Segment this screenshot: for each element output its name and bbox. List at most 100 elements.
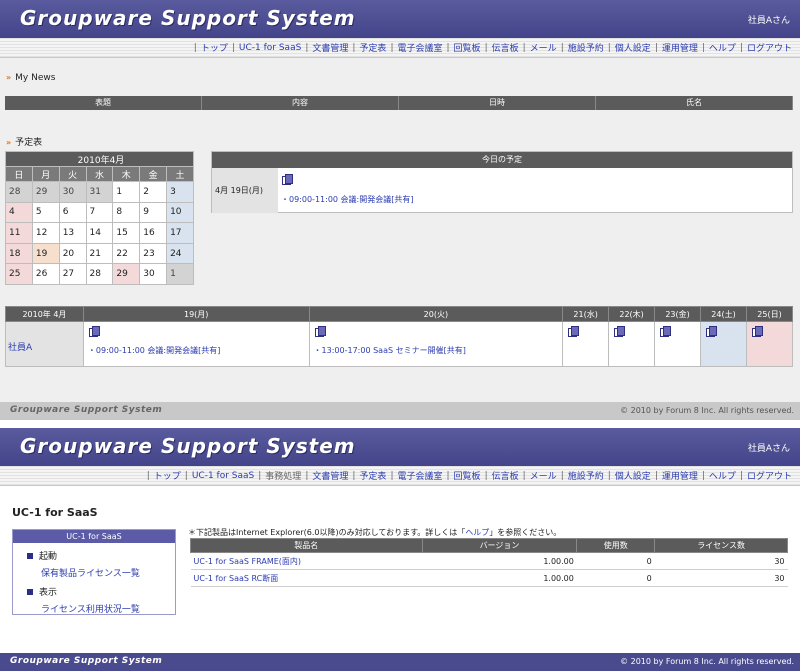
week-cell-sun: [745, 321, 794, 367]
nav-message-board[interactable]: 伝言板: [488, 469, 523, 482]
nav-documents[interactable]: 文書管理: [308, 469, 352, 482]
calendar-day[interactable]: 27: [58, 263, 87, 285]
member-name-link[interactable]: 社員A: [5, 321, 84, 367]
calendar-day[interactable]: 13: [58, 222, 87, 244]
week-month-label: 2010年 4月: [5, 306, 84, 322]
nav-logout[interactable]: ログアウト: [743, 469, 796, 482]
calendar-day[interactable]: 1: [166, 263, 194, 285]
nav-logout[interactable]: ログアウト: [743, 41, 796, 54]
nav-uc1[interactable]: UC-1 for SaaS: [188, 471, 258, 481]
week-day-header: 20(火): [308, 306, 564, 322]
calendar-day[interactable]: 3: [166, 181, 194, 203]
add-schedule-icon[interactable]: [281, 174, 293, 185]
calendar-day[interactable]: 12: [31, 222, 60, 244]
calendar-day[interactable]: 29: [112, 263, 141, 285]
double-chevron-icon: »: [6, 138, 12, 147]
table-row: UC-1 for SaaS FRAME(面内) 1.00.00 0 30: [190, 552, 788, 570]
nav-facility[interactable]: 施設予約: [564, 41, 608, 54]
add-schedule-icon[interactable]: [88, 326, 100, 337]
calendar-day[interactable]: 17: [166, 222, 194, 244]
calendar-day[interactable]: 15: [112, 222, 141, 244]
nav-documents[interactable]: 文書管理: [308, 41, 352, 54]
today-event-link[interactable]: ・09:00-11:00 会議:開発会議[共有]: [281, 194, 792, 205]
add-schedule-icon[interactable]: [314, 326, 326, 337]
calendar-day[interactable]: 28: [85, 263, 114, 285]
browser-notice: ＊下記製品はInternet Explorer(6.0以降)のみ対応しております…: [188, 528, 562, 537]
license-cell: 30: [654, 552, 788, 570]
calendar-day[interactable]: 6: [58, 201, 87, 224]
nav-uc1[interactable]: UC-1 for SaaS: [235, 43, 305, 53]
app-logo[interactable]: Groupware Support System: [20, 6, 356, 30]
calendar-day[interactable]: 9: [139, 201, 168, 224]
calendar-day[interactable]: 11: [5, 222, 33, 244]
add-schedule-icon[interactable]: [705, 326, 718, 337]
nav-conference[interactable]: 電子会議室: [393, 41, 446, 54]
nav-mail[interactable]: メール: [526, 469, 561, 482]
nav-conference[interactable]: 電子会議室: [393, 469, 446, 482]
sidebar-link-owned-licenses[interactable]: 保有製品ライセンス一覧: [41, 566, 175, 579]
calendar-day[interactable]: 23: [139, 242, 168, 265]
table-row: UC-1 for SaaS RC断面 1.00.00 0 30: [190, 569, 788, 587]
bullet-square-icon: [27, 553, 33, 559]
calendar-day[interactable]: 26: [31, 263, 60, 285]
calendar-day[interactable]: 20: [58, 242, 87, 265]
calendar-day[interactable]: 24: [166, 242, 194, 265]
calendar-day[interactable]: 18: [5, 242, 33, 265]
calendar-day[interactable]: 7: [85, 201, 114, 224]
calendar-day[interactable]: 31: [85, 181, 114, 203]
calendar-day[interactable]: 5: [31, 201, 60, 224]
nav-facility[interactable]: 施設予約: [564, 469, 608, 482]
add-schedule-icon[interactable]: [567, 326, 580, 337]
calendar-day[interactable]: 29: [31, 181, 60, 203]
nav-admin[interactable]: 運用管理: [658, 469, 702, 482]
nav-admin[interactable]: 運用管理: [658, 41, 702, 54]
uc1-screen: Groupware Support System 社員Aさん | トップ | UC-…: [0, 428, 800, 671]
footer: Groupware Support System © 2010 by Forum…: [0, 402, 800, 420]
calendar-day[interactable]: 4: [5, 201, 33, 224]
calendar-day[interactable]: 22: [112, 242, 141, 265]
col-usage: 使用数: [576, 538, 656, 553]
event-link[interactable]: ・09:00-11:00 会議:開発会議[共有]: [88, 345, 309, 356]
calendar-day[interactable]: 30: [139, 263, 168, 285]
calendar-day[interactable]: 1: [112, 181, 141, 203]
week-day-header: 24(土): [700, 306, 747, 322]
nav-message-board[interactable]: 伝言板: [488, 41, 523, 54]
footer-logo: Groupware Support System: [10, 405, 163, 415]
dow-tue: 火: [58, 166, 87, 182]
calendar-day[interactable]: 2: [139, 181, 168, 203]
dow-sat: 土: [166, 166, 194, 182]
product-link[interactable]: UC-1 for SaaS RC断面: [190, 569, 423, 587]
nav-schedule[interactable]: 予定表: [355, 469, 390, 482]
nav-mail[interactable]: メール: [526, 41, 561, 54]
nav-circular[interactable]: 回覧板: [450, 469, 485, 482]
calendar-day[interactable]: 30: [58, 181, 87, 203]
nav-top[interactable]: トップ: [197, 41, 232, 54]
sidebar-link-license-usage[interactable]: ライセンス利用状況一覧: [41, 602, 175, 615]
nav-office-work[interactable]: 事務処理: [261, 469, 305, 482]
nav-circular[interactable]: 回覧板: [450, 41, 485, 54]
product-link[interactable]: UC-1 for SaaS FRAME(面内): [190, 552, 423, 570]
calendar-day-today[interactable]: 19: [31, 242, 60, 265]
calendar-day[interactable]: 25: [5, 263, 33, 285]
nav-top[interactable]: トップ: [150, 469, 185, 482]
calendar-day[interactable]: 21: [85, 242, 114, 265]
add-schedule-icon[interactable]: [659, 326, 672, 337]
add-schedule-icon[interactable]: [751, 326, 763, 337]
nav-help[interactable]: ヘルプ: [705, 469, 740, 482]
calendar-day[interactable]: 10: [166, 201, 194, 224]
nav-help[interactable]: ヘルプ: [705, 41, 740, 54]
nav-personal-settings[interactable]: 個人設定: [611, 469, 655, 482]
calendar-day[interactable]: 28: [5, 181, 33, 203]
event-link[interactable]: ・13:00-17:00 SaaS セミナー開催[共有]: [314, 345, 563, 356]
help-link[interactable]: ヘルプ: [465, 528, 489, 537]
calendar-day[interactable]: 14: [85, 222, 114, 244]
sidebar-section-launch: 起動: [27, 549, 175, 562]
nav-personal-settings[interactable]: 個人設定: [611, 41, 655, 54]
calendar-day[interactable]: 8: [112, 201, 141, 224]
app-logo[interactable]: Groupware Support System: [20, 434, 356, 458]
week-day-header: 22(木): [608, 306, 656, 322]
calendar-month[interactable]: 2010年4月: [5, 151, 194, 167]
nav-schedule[interactable]: 予定表: [355, 41, 390, 54]
add-schedule-icon[interactable]: [613, 326, 626, 337]
calendar-day[interactable]: 16: [139, 222, 168, 244]
